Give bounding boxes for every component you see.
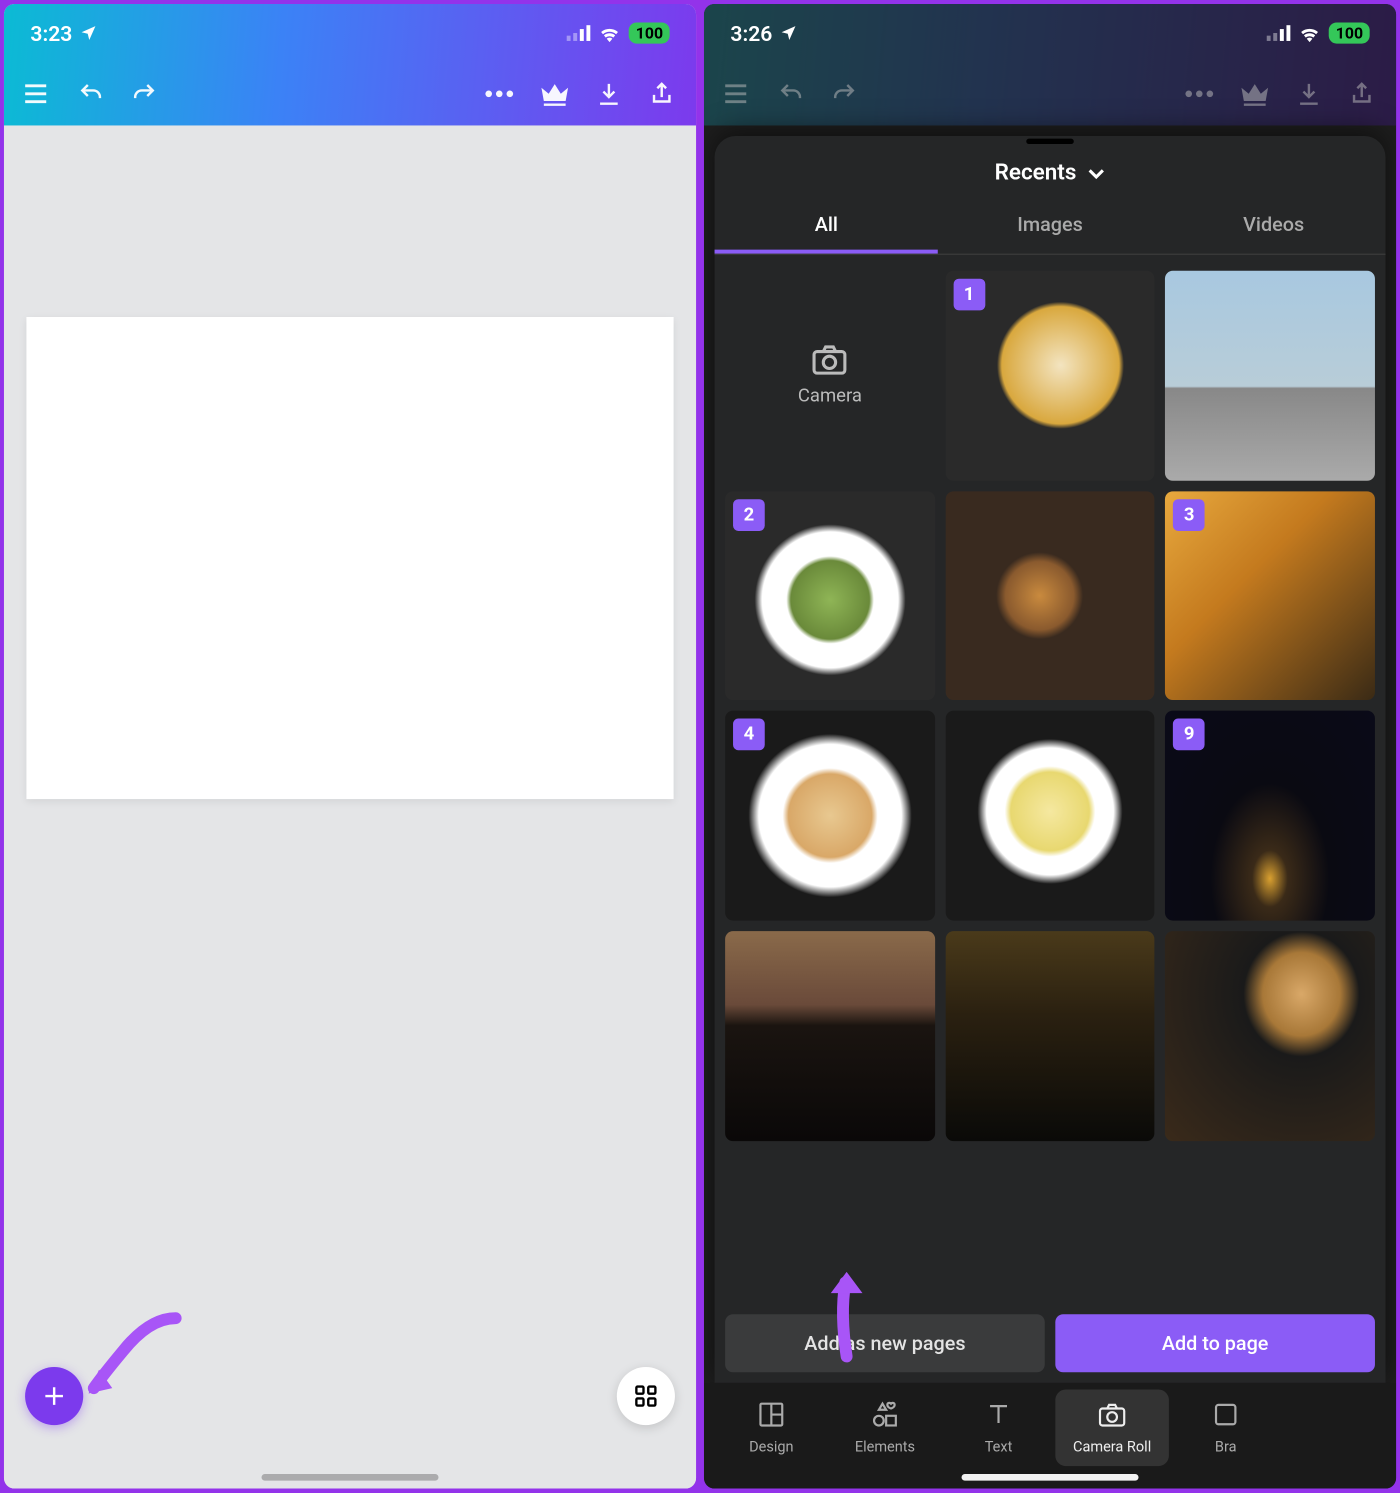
media-grid: Camera 1 2 3 4 9 xyxy=(715,255,1386,1157)
home-indicator xyxy=(262,1474,439,1481)
tab-videos[interactable]: Videos xyxy=(1162,199,1386,253)
wifi-icon xyxy=(599,24,621,41)
add-page-button[interactable] xyxy=(25,1367,83,1425)
camera-icon xyxy=(811,344,848,376)
media-thumb[interactable] xyxy=(725,931,935,1141)
status-bar: 3:23 100 xyxy=(4,4,696,62)
nav-label: Camera Roll xyxy=(1073,1438,1151,1455)
status-time-left: 3:23 xyxy=(30,20,97,45)
media-thumb[interactable] xyxy=(945,931,1155,1141)
plus-icon xyxy=(41,1383,67,1409)
redo-icon xyxy=(831,81,857,107)
download-icon xyxy=(1296,81,1322,107)
media-thumb[interactable] xyxy=(1165,931,1375,1141)
nav-label: Elements xyxy=(855,1438,915,1455)
menu-icon[interactable] xyxy=(25,83,51,104)
status-time-right: 3:26 xyxy=(730,20,797,45)
bottom-nav: Design Elements Text Camera Roll Bra xyxy=(704,1383,1396,1489)
redo-icon[interactable] xyxy=(131,81,157,107)
chevron-down-icon xyxy=(1087,167,1105,179)
selection-badge: 9 xyxy=(1173,719,1205,751)
signal-icon xyxy=(1267,25,1291,41)
undo-icon xyxy=(778,81,804,107)
location-icon xyxy=(779,24,797,42)
selection-badge: 4 xyxy=(733,719,765,751)
add-as-new-pages-button[interactable]: Add as new pages xyxy=(725,1314,1045,1372)
more-icon xyxy=(1185,90,1214,98)
nav-label: Design xyxy=(749,1438,793,1455)
nav-item-bra[interactable]: Bra xyxy=(1169,1389,1283,1466)
battery-badge: 100 xyxy=(629,22,669,43)
toolbar-dimmed xyxy=(704,62,1396,125)
media-thumb[interactable]: 1 xyxy=(945,271,1155,481)
camera-tile[interactable]: Camera xyxy=(725,271,935,481)
tab-all[interactable]: All xyxy=(715,199,939,253)
share-icon[interactable] xyxy=(649,79,675,108)
design-icon xyxy=(757,1400,786,1433)
canvas-area xyxy=(4,125,696,1488)
annotation-arrow-left xyxy=(83,1312,189,1404)
battery-badge: 100 xyxy=(1329,22,1369,43)
blank-canvas[interactable] xyxy=(26,317,673,799)
menu-icon xyxy=(725,83,751,104)
camera-roll-icon xyxy=(1098,1400,1127,1433)
wifi-icon xyxy=(1299,24,1321,41)
nav-item-camera-roll[interactable]: Camera Roll xyxy=(1055,1389,1169,1466)
media-thumb[interactable]: 9 xyxy=(1165,711,1375,921)
selection-badge: 2 xyxy=(733,499,765,531)
undo-icon[interactable] xyxy=(78,81,104,107)
share-icon xyxy=(1349,79,1375,108)
media-thumb[interactable] xyxy=(945,491,1155,701)
media-thumb[interactable]: 3 xyxy=(1165,491,1375,701)
panel-title-dropdown[interactable]: Recents xyxy=(715,136,1386,199)
tab-images[interactable]: Images xyxy=(938,199,1162,253)
media-thumb[interactable]: 4 xyxy=(725,711,935,921)
selection-badge: 3 xyxy=(1173,499,1205,531)
elements-icon xyxy=(870,1400,899,1433)
signal-icon xyxy=(567,25,591,41)
media-tabs: All Images Videos xyxy=(715,199,1386,254)
nav-item-text[interactable]: Text xyxy=(942,1389,1056,1466)
bra-icon xyxy=(1211,1400,1240,1433)
nav-label: Text xyxy=(985,1438,1013,1455)
nav-label: Bra xyxy=(1215,1438,1237,1455)
crown-icon xyxy=(1240,81,1269,107)
layers-button[interactable] xyxy=(617,1367,675,1425)
annotation-arrow-right xyxy=(814,1261,880,1367)
media-thumb[interactable]: 2 xyxy=(725,491,935,701)
grid-icon xyxy=(634,1384,658,1408)
text-icon xyxy=(984,1400,1013,1433)
toolbar xyxy=(4,62,696,125)
selection-badge: 1 xyxy=(953,279,985,311)
nav-item-design[interactable]: Design xyxy=(715,1389,829,1466)
home-indicator xyxy=(962,1474,1139,1481)
location-icon xyxy=(79,24,97,42)
right-screenshot: 3:26 100 Recents All Images xyxy=(704,4,1396,1489)
left-screenshot: 3:23 100 xyxy=(4,4,696,1489)
nav-item-elements[interactable]: Elements xyxy=(828,1389,942,1466)
media-thumb[interactable] xyxy=(945,711,1155,921)
add-to-page-button[interactable]: Add to page xyxy=(1055,1314,1375,1372)
media-panel: Recents All Images Videos Camera 1 2 3 4 9 Ad… xyxy=(715,136,1386,1383)
download-icon[interactable] xyxy=(596,81,622,107)
drag-handle[interactable] xyxy=(1026,139,1074,144)
more-icon[interactable] xyxy=(485,90,514,98)
media-thumb[interactable] xyxy=(1165,271,1375,481)
status-bar: 3:26 100 xyxy=(704,4,1396,62)
crown-icon[interactable] xyxy=(540,81,569,107)
